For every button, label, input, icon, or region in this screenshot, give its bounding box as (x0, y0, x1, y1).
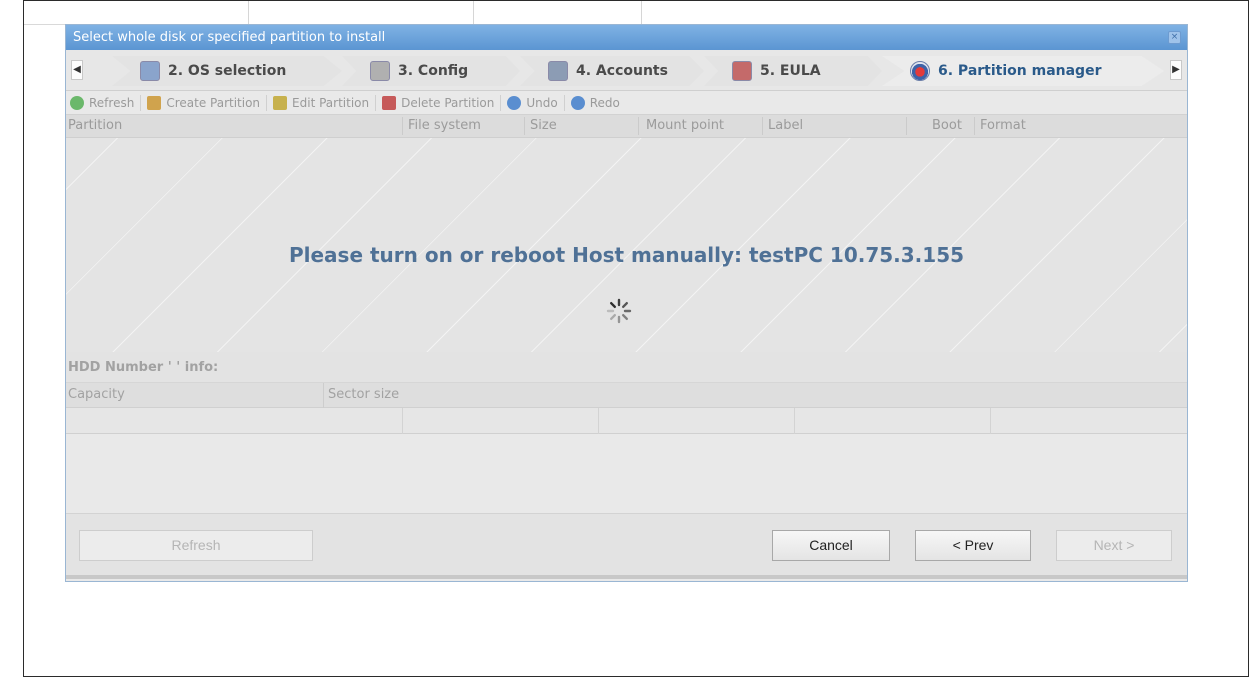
eula-icon (732, 61, 752, 81)
hdd-info-title: HDD Number ' ' info: (66, 352, 1187, 383)
step-label: 6. Partition manager (938, 63, 1102, 79)
step-partition-manager[interactable]: 6. Partition manager (882, 56, 1164, 86)
accounts-icon (548, 61, 568, 81)
footer-bottom-border (66, 575, 1187, 579)
install-dialog: Select whole disk or specified partition… (65, 24, 1188, 582)
redo-label: Redo (589, 95, 620, 110)
step-label: 3. Config (398, 63, 469, 79)
step-accounts[interactable]: 4. Accounts (520, 56, 704, 86)
column-header-format[interactable]: Format (980, 118, 1026, 133)
prev-button[interactable]: < Prev (915, 530, 1031, 561)
steps-next-arrow-icon[interactable]: ▶ (1170, 60, 1182, 80)
steps-prev-arrow-icon[interactable]: ◀ (71, 60, 83, 80)
refresh-toolbar-button[interactable]: Refresh (70, 94, 142, 111)
delete-partition-icon (382, 95, 397, 110)
column-header-boot[interactable]: Boot (932, 118, 962, 133)
column-header-size[interactable]: Size (530, 118, 557, 133)
undo-button[interactable]: Undo (507, 94, 565, 111)
dialog-title: Select whole disk or specified partition… (73, 30, 386, 45)
column-header-sector-size[interactable]: Sector size (328, 387, 399, 402)
step-label: 4. Accounts (576, 63, 668, 79)
edit-partition-icon (273, 95, 288, 110)
step-label: 2. OS selection (168, 63, 287, 79)
wizard-steps: ◀ 2. OS selection 3. Config 4. Accounts … (66, 50, 1187, 91)
loading-message: Please turn on or reboot Host manually: … (288, 243, 965, 267)
step-eula[interactable]: 5. EULA (704, 56, 882, 86)
partition-manager-icon (910, 61, 930, 81)
redo-icon (570, 95, 585, 110)
dialog-footer: Refresh Cancel < Prev Next > (66, 513, 1187, 579)
partition-grid-header: Partition File system Size Mount point L… (66, 115, 1187, 138)
column-header-capacity[interactable]: Capacity (68, 387, 125, 402)
partition-grid-body: Please turn on or reboot Host manually: … (66, 138, 1187, 352)
config-icon (370, 61, 390, 81)
undo-icon (507, 95, 522, 110)
loading-spinner-icon (606, 298, 632, 324)
column-header-file-system[interactable]: File system (408, 118, 481, 133)
background-header-strip (24, 1, 644, 25)
dialog-titlebar: Select whole disk or specified partition… (66, 25, 1187, 50)
create-partition-button[interactable]: Create Partition (147, 94, 268, 111)
edit-partition-button[interactable]: Edit Partition (273, 94, 377, 111)
hdd-grid-header: Capacity Sector size (66, 383, 1187, 408)
delete-partition-button[interactable]: Delete Partition (382, 94, 502, 111)
hdd-grid-row (66, 408, 1187, 434)
refresh-toolbar-label: Refresh (89, 95, 135, 110)
os-selection-icon (140, 61, 160, 81)
next-button[interactable]: Next > (1056, 530, 1172, 561)
create-partition-label: Create Partition (166, 95, 261, 110)
column-header-mount-point[interactable]: Mount point (646, 118, 724, 133)
refresh-button[interactable]: Refresh (79, 530, 313, 561)
undo-label: Undo (526, 95, 558, 110)
column-header-partition[interactable]: Partition (68, 118, 122, 133)
edit-partition-label: Edit Partition (292, 95, 370, 110)
refresh-icon (70, 95, 84, 110)
column-header-label[interactable]: Label (768, 118, 803, 133)
close-icon[interactable]: × (1168, 31, 1181, 44)
step-label: 5. EULA (760, 63, 821, 79)
step-config[interactable]: 3. Config (342, 56, 520, 86)
create-partition-icon (147, 95, 162, 110)
cancel-button[interactable]: Cancel (772, 530, 890, 561)
partition-toolbar: Refresh Create Partition Edit Partition … (66, 91, 1187, 115)
step-os-selection[interactable]: 2. OS selection (112, 56, 342, 86)
delete-partition-label: Delete Partition (401, 95, 495, 110)
redo-button[interactable]: Redo (570, 95, 626, 111)
